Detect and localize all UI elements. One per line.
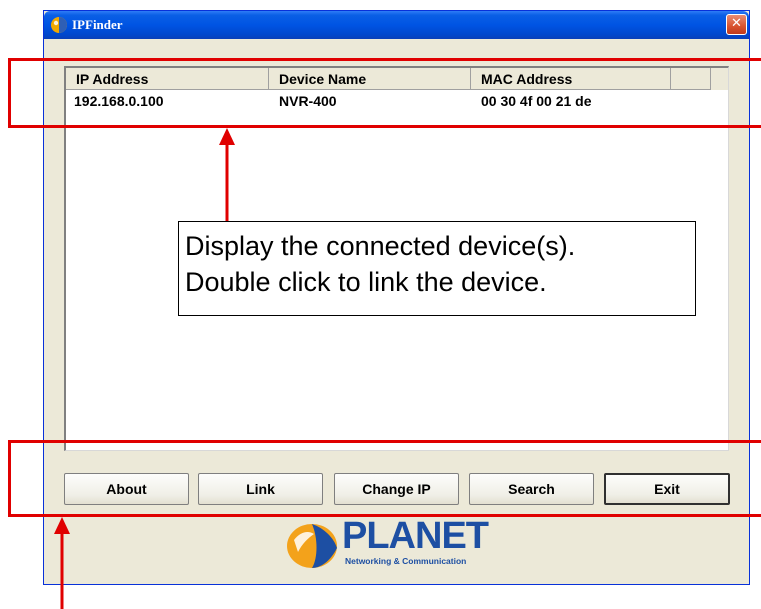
callout-line-2: Double click to link the device. bbox=[185, 267, 547, 297]
callout-arrowhead-icon bbox=[219, 128, 235, 145]
callout-line-1: Display the connected device(s). bbox=[185, 231, 576, 261]
buttons-arrowhead-icon bbox=[54, 517, 70, 534]
annotation-callout: Display the connected device(s). Double … bbox=[178, 221, 696, 316]
